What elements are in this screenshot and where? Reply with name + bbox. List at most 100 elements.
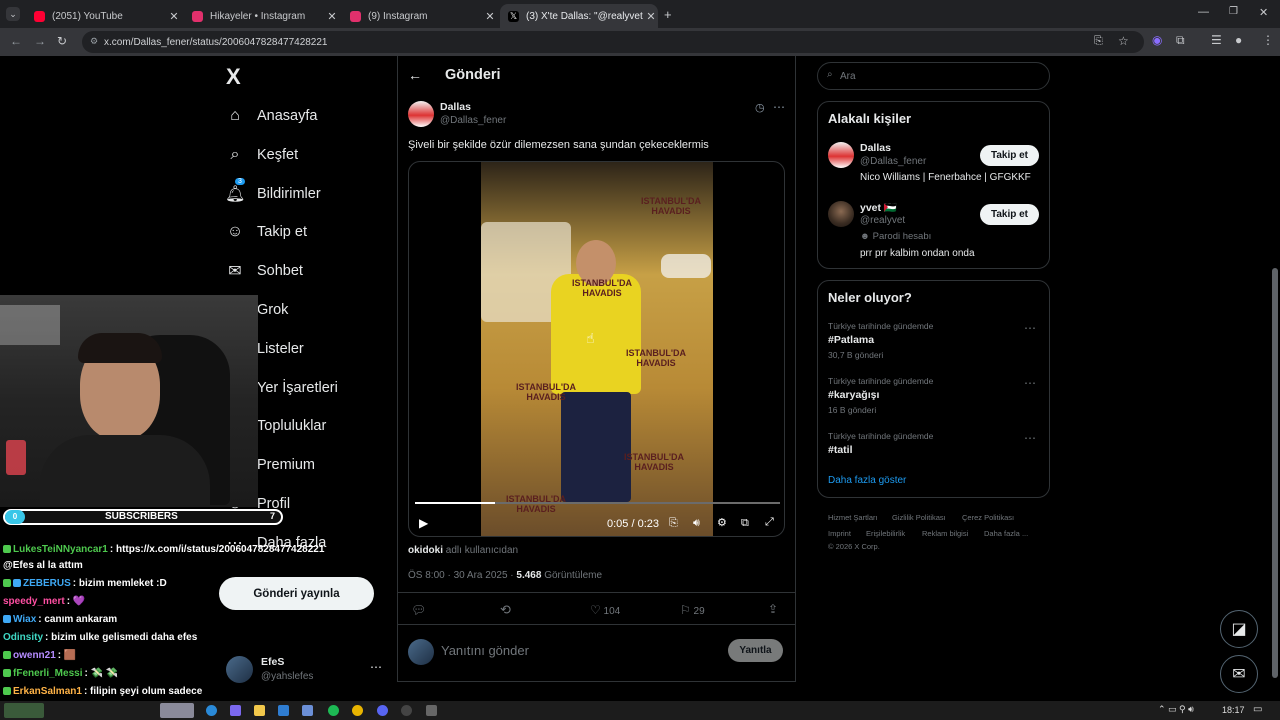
more-icon[interactable]: ⋯ (1024, 376, 1037, 390)
footer-link[interactable]: Imprint (828, 529, 851, 538)
star-icon[interactable]: ☆ (1118, 34, 1129, 48)
more-icon[interactable]: ⋯ (773, 100, 785, 114)
close-tab-icon[interactable]: ✕ (644, 10, 658, 23)
forward-icon[interactable]: → (34, 34, 46, 48)
account-switcher[interactable]: EfeS @yahslefes ⋯ (222, 652, 387, 688)
footer-link[interactable]: Daha fazla ... (984, 529, 1028, 538)
messages-fab[interactable]: ✉ (1220, 655, 1258, 693)
chrome-icon[interactable] (352, 705, 363, 716)
trend-item[interactable]: Türkiye tarihinde gündemde #karyağışı 16… (818, 374, 1049, 426)
start-icon[interactable] (4, 703, 44, 718)
follow-button[interactable]: Takip et (980, 204, 1039, 225)
person-handle[interactable]: @realyvet (860, 215, 905, 226)
app-icon[interactable] (230, 705, 241, 716)
footer-link[interactable]: Hizmet Şartları (828, 513, 878, 522)
url-field[interactable]: ⚙ x.com/Dallas_fener/status/200604782847… (82, 31, 1144, 53)
reload-icon[interactable]: ↻ (57, 34, 67, 48)
site-info-icon[interactable]: ⚙ (90, 36, 98, 47)
menu-icon[interactable]: ⋮ (1262, 33, 1274, 47)
install-icon[interactable]: ⎘ (1094, 35, 1103, 48)
new-tab-button[interactable]: + (664, 7, 672, 22)
close-tab-icon[interactable]: ✕ (325, 10, 339, 23)
extension-icon[interactable]: ◉ (1152, 33, 1162, 47)
share-icon[interactable]: ⇪ (768, 602, 778, 616)
tray-icons[interactable]: ⌃ ▭ ⚲ 🔊︎ (1158, 704, 1194, 715)
profile-icon[interactable]: ● (1235, 33, 1242, 47)
outlook-icon[interactable] (278, 705, 289, 716)
video-progress-bar[interactable] (415, 502, 780, 504)
footer-link[interactable]: Erişilebilirlik (866, 529, 905, 538)
sub-goal: 7 (270, 511, 276, 521)
nav-follow[interactable]: ☺ Takip et (225, 217, 307, 247)
repost-icon[interactable]: ⟲ (500, 602, 511, 618)
edge-icon[interactable] (206, 705, 217, 716)
person-name[interactable]: Dallas (860, 142, 891, 154)
back-arrow-icon[interactable]: ← (408, 67, 422, 83)
grok-fab[interactable]: ◪ (1220, 610, 1258, 648)
notification-icon[interactable]: ▭ (1253, 704, 1262, 715)
show-more-link[interactable]: Daha fazla göster (828, 475, 906, 486)
close-tab-icon[interactable]: ✕ (483, 10, 497, 23)
webcam-overlay (0, 295, 258, 507)
obs-icon[interactable] (401, 705, 412, 716)
tab-instagram[interactable]: (9) Instagram ✕ (342, 4, 497, 28)
restore-button[interactable]: ❐ (1229, 6, 1238, 17)
settings-icon[interactable]: ⚙ (717, 516, 727, 529)
files-icon[interactable] (254, 705, 265, 716)
back-icon[interactable]: ← (10, 34, 22, 48)
search-input[interactable]: ⌕ Ara (817, 62, 1050, 90)
minimize-button[interactable]: — (1198, 6, 1209, 18)
author-avatar[interactable] (408, 101, 434, 127)
author-name[interactable]: Dallas (440, 101, 471, 113)
taskbar-thumbnail[interactable] (160, 703, 194, 718)
like-button[interactable]: ♡ 104 (590, 603, 620, 617)
tab-search-icon[interactable]: ⌄ (6, 7, 20, 21)
follow-button[interactable]: Takip et (980, 145, 1039, 166)
grok-icon[interactable]: ◷ (755, 101, 765, 114)
pip-icon[interactable]: ⧉ (741, 517, 749, 530)
chat-message: fFenerli_Messi: 💸 💸 (3, 668, 118, 679)
sidebar-icon[interactable]: ☰ (1211, 33, 1222, 47)
reply-input[interactable]: Yanıtını gönder (441, 643, 711, 658)
close-tab-icon[interactable]: ✕ (167, 10, 181, 23)
nav-home[interactable]: ⌂ Anasayfa (225, 101, 317, 131)
person-handle[interactable]: @Dallas_fener (860, 156, 926, 167)
nav-explore[interactable]: ⌕ Keşfet (225, 140, 299, 170)
footer-link[interactable]: Gizlilik Politikası (892, 513, 946, 522)
tab-instagram-stories[interactable]: Hikayeler • Instagram ✕ (184, 4, 339, 28)
post-button[interactable]: Gönderi yayınla (219, 577, 374, 610)
nav-chat[interactable]: ✉ Sohbet (225, 256, 303, 286)
spotify-icon[interactable] (328, 705, 339, 716)
close-window-button[interactable]: ✕ (1259, 6, 1268, 19)
more-icon[interactable]: ⋯ (1024, 431, 1037, 445)
person-avatar[interactable] (828, 201, 854, 227)
footer-link[interactable]: Çerez Politikası (962, 513, 1014, 522)
more-icon[interactable]: ⋯ (1024, 321, 1037, 335)
footer-link[interactable]: Reklam bilgisi (922, 529, 968, 538)
app-icon[interactable] (426, 705, 437, 716)
author-handle[interactable]: @Dallas_fener (440, 115, 506, 126)
word-icon[interactable] (302, 705, 313, 716)
tab-youtube[interactable]: (2051) YouTube ✕ (26, 4, 181, 28)
heart-icon: ♡ (590, 603, 601, 617)
my-avatar (408, 639, 434, 665)
play-icon[interactable]: ▶ (419, 516, 428, 530)
video-frame: ISTANBUL'DA HAVADIS ISTANBUL'DA HAVADIS … (481, 162, 713, 536)
page-scrollbar[interactable] (1272, 268, 1278, 678)
tab-x-active[interactable]: 𝕏 (3) X'te Dallas: "@realyvet Şiveli b✕ (500, 4, 658, 28)
fullscreen-icon[interactable]: ⤢ (765, 516, 774, 529)
trend-item[interactable]: Türkiye tarihinde gündemde #tatil ⋯ (818, 429, 1049, 459)
puzzle-icon[interactable]: ⧉ (1176, 33, 1185, 48)
person-name[interactable]: yvet 🇵🇸 (860, 201, 897, 214)
nav-notifications[interactable]: 🔔︎ 3 Bildirimler (225, 178, 321, 209)
reply-button[interactable]: Yanıtla (728, 639, 783, 662)
discord-icon[interactable] (377, 705, 388, 716)
bookmark-button[interactable]: ⚐ 29 (680, 603, 705, 617)
video-player[interactable]: ISTANBUL'DA HAVADIS ISTANBUL'DA HAVADIS … (408, 161, 785, 537)
reply-icon[interactable]: 💬︎ (411, 603, 426, 617)
trend-item[interactable]: Türkiye tarihinde gündemde #Patlama 30,7… (818, 319, 1049, 371)
person-avatar[interactable] (828, 142, 854, 168)
volume-icon[interactable]: 🔊︎ (693, 517, 700, 530)
x-logo[interactable]: X (226, 64, 241, 90)
captions-icon[interactable]: ⎘ (669, 517, 678, 530)
